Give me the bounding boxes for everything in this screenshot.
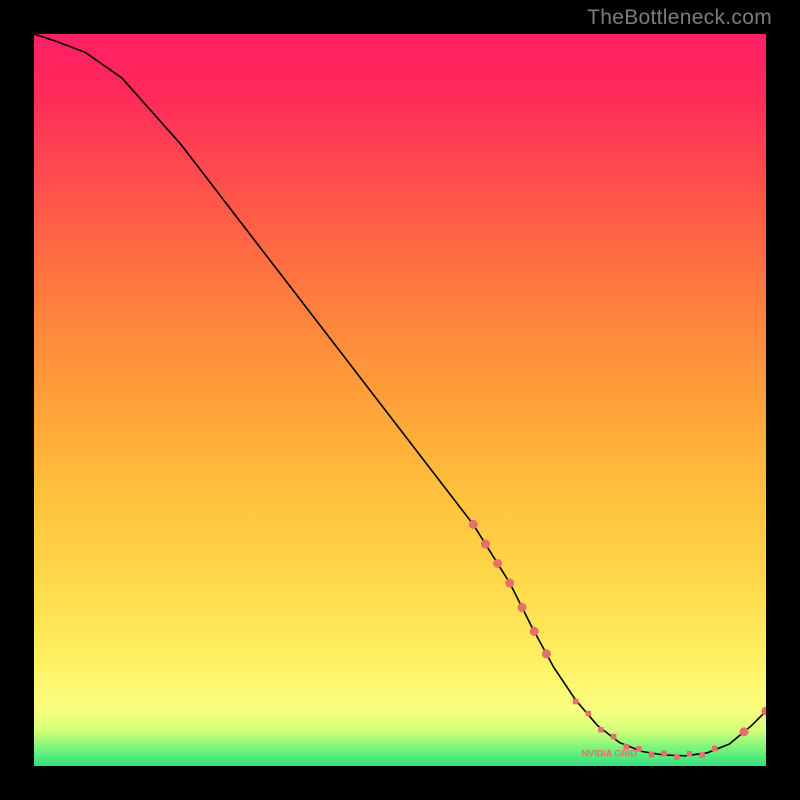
data-point	[573, 699, 579, 705]
data-point	[493, 559, 502, 568]
data-point	[636, 746, 642, 752]
data-point	[586, 711, 592, 717]
data-point	[674, 754, 680, 760]
data-point	[530, 627, 539, 636]
data-point	[649, 752, 655, 758]
data-point	[699, 752, 705, 758]
data-point	[469, 520, 478, 529]
data-point	[740, 727, 749, 736]
data-point	[518, 603, 527, 612]
data-point	[611, 734, 617, 740]
markers-rise	[740, 707, 767, 737]
data-point	[505, 579, 514, 588]
chart-container: TheBottleneck.com NVIDIA GRID	[0, 0, 800, 800]
data-point	[661, 751, 667, 757]
data-point	[687, 751, 693, 757]
watermark-text: TheBottleneck.com	[587, 6, 772, 30]
curve-svg: NVIDIA GRID	[34, 34, 766, 766]
data-point	[542, 649, 551, 658]
data-point	[712, 746, 718, 752]
plot-area: NVIDIA GRID	[34, 34, 766, 766]
markers-descent	[469, 520, 551, 658]
data-point	[598, 727, 604, 733]
data-point	[481, 540, 490, 549]
bottleneck-curve	[34, 34, 766, 756]
marker-label-bottom: NVIDIA GRID	[582, 749, 638, 759]
